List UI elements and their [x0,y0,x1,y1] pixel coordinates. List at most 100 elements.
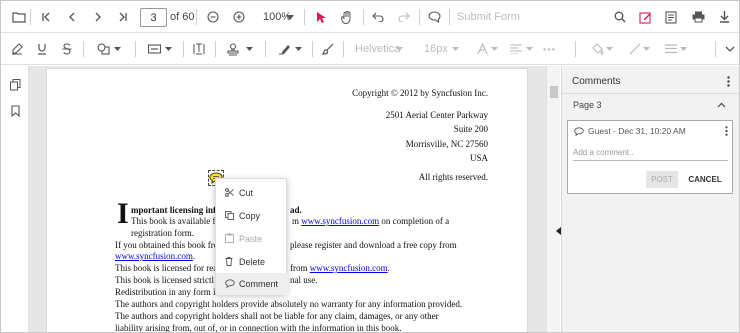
open-file-icon[interactable] [9,1,29,33]
ink-brush-icon[interactable] [320,33,336,65]
calibrate-dropdown-icon[interactable] [164,33,172,65]
underline-icon[interactable] [34,33,50,65]
separator [715,41,716,57]
post-button[interactable]: POST [646,171,678,188]
shapes-dropdown-icon[interactable] [113,33,121,65]
comment-icon [225,278,239,290]
last-page-icon[interactable] [115,1,131,33]
syncfusion-link[interactable]: www.syncfusion.com [301,216,379,226]
thickness-dropdown-icon[interactable] [679,33,687,65]
signature-icon[interactable] [276,33,292,65]
paragraph-fragment: m [292,216,300,226]
heading-text: mportant licensing info [131,205,221,215]
calibrate-icon[interactable] [146,33,162,65]
page-total-label: of 60 [170,11,195,23]
selection-cursor-icon[interactable] [313,1,329,33]
paragraph-line: If you obtained this book fro [115,240,219,250]
font-family-dropdown-icon[interactable] [395,33,403,65]
page-thumbnails-icon[interactable] [7,76,23,94]
submit-form-button[interactable]: Submit Form [457,11,520,23]
syncfusion-link[interactable]: www.syncfusion.com [310,263,388,273]
bookmark-icon[interactable] [7,102,23,120]
stroke-color-dropdown-icon[interactable] [642,33,650,65]
thickness-icon[interactable] [664,33,678,65]
menu-item-delete[interactable]: Delete [216,251,288,273]
search-icon[interactable] [612,1,628,33]
comment-tool-icon[interactable] [426,1,442,33]
form-designer-icon[interactable] [663,1,679,33]
menu-item-comment[interactable]: Comment [216,273,288,295]
menu-item-label: Comment [239,279,279,289]
menu-item-cut[interactable]: Cut [216,182,288,204]
signature-dropdown-icon[interactable] [294,33,302,65]
separator [30,9,31,25]
page-group-header[interactable]: Page 3 [562,94,739,116]
download-icon[interactable] [716,1,732,33]
paragraph-line: This book is licensed strictl [115,275,214,285]
stroke-color-icon[interactable] [628,33,642,65]
paragraph-line: from www.syncfusion.com. [290,263,390,273]
strikethrough-icon[interactable] [59,33,75,65]
chevron-up-icon [717,102,726,108]
separator [343,41,344,57]
fill-color-dropdown-icon[interactable] [605,33,613,65]
chevron-down-icon[interactable] [723,33,737,65]
annotation-edit-icon[interactable] [637,1,653,33]
copyright-text: Copyright © 2012 by Syncfusion Inc. [352,88,488,98]
fill-color-icon[interactable] [591,33,605,65]
heading-text-tail: ad. [290,205,302,215]
separator [312,41,313,57]
copy-icon [225,210,239,222]
zoom-out-icon[interactable] [205,1,221,33]
font-family-select[interactable]: Helvetica [355,43,400,55]
address-line: Suite 200 [453,124,488,134]
drop-cap: I [117,197,129,230]
paragraph-line: registration form. [131,228,194,238]
comment-card[interactable]: Guest - Dec 31, 10:20 AM Add a comment..… [567,120,733,194]
print-icon[interactable] [690,1,706,33]
next-page-icon[interactable] [90,1,106,33]
more-options-icon[interactable] [723,74,733,88]
page-number-input[interactable]: 3 [140,8,167,27]
first-page-icon[interactable] [38,1,54,33]
stamp-dropdown-icon[interactable] [245,33,253,65]
font-color-icon[interactable] [475,33,489,65]
separator [419,9,420,25]
separator [575,41,576,57]
zoom-dropdown-icon[interactable] [285,1,295,33]
menu-item-copy[interactable]: Copy [216,205,288,227]
free-text-icon[interactable] [191,33,207,65]
comments-panel: Comments Page 3 Guest - Dec 31, 10:20 AM… [561,66,739,332]
syncfusion-link[interactable]: www.syncfusion.com [115,251,193,261]
paragraph-line: www.syncfusion.com. [115,251,195,261]
cancel-button[interactable]: CANCEL [684,171,726,188]
undo-icon[interactable] [370,1,386,33]
menu-item-label: Paste [239,234,263,244]
page-group-label: Page 3 [573,100,602,110]
previous-page-icon[interactable] [64,1,80,33]
font-color-dropdown-icon[interactable] [490,33,498,65]
highlight-icon[interactable] [9,33,25,65]
stamp-icon[interactable] [225,33,241,65]
comment-input[interactable]: Add a comment.. [573,146,728,161]
redo-icon[interactable] [396,1,412,33]
text-properties-icon[interactable] [542,33,556,65]
text-align-dropdown-icon[interactable] [525,33,533,65]
vertical-scrollbar[interactable] [546,66,560,332]
separator [265,41,266,57]
comment-more-options-icon[interactable] [722,125,730,137]
font-size-dropdown-icon[interactable] [451,33,459,65]
pan-hand-icon[interactable] [339,1,355,33]
paragraph-line: This book is licensed for rea [115,263,218,273]
main-toolbar: 3 of 60 100% Submit Form [1,1,739,33]
separator [196,9,197,25]
zoom-in-icon[interactable] [231,1,247,33]
menu-item-paste[interactable]: Paste [216,228,288,250]
text-align-icon[interactable] [509,33,523,65]
rights-text: All rights reserved. [418,172,488,182]
annotation-toolbar: Helvetica 16px [1,33,739,65]
shapes-icon[interactable] [95,33,111,65]
scrollbar-thumb[interactable] [550,86,558,98]
font-size-select[interactable]: 16px [424,43,448,55]
paragraph-fragment: . [192,251,196,261]
